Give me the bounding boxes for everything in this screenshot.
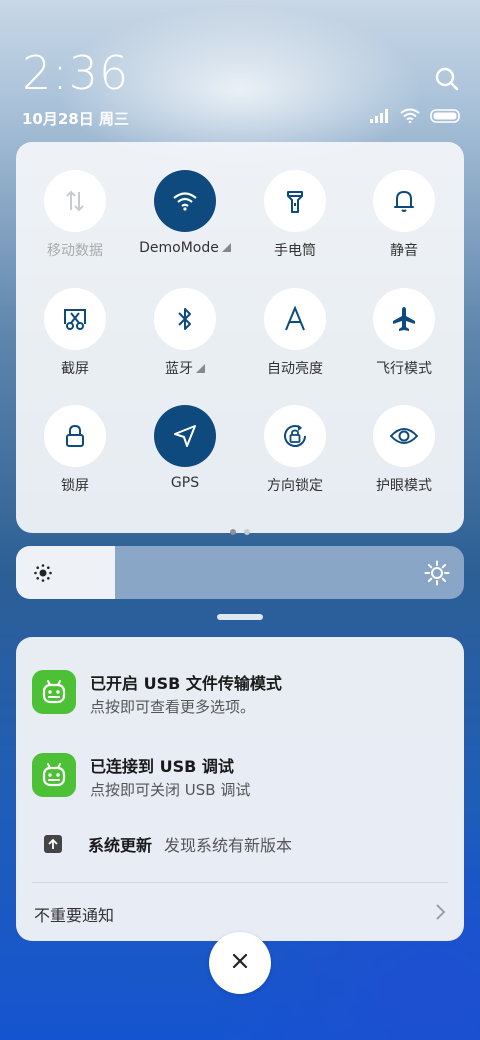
brightness-low-icon — [32, 562, 54, 584]
divider — [32, 882, 448, 883]
tile-airplane[interactable]: 飞行模式 — [349, 288, 459, 378]
tile-silent[interactable]: 静音 — [349, 170, 459, 260]
notification-usb-transfer[interactable]: 已开启 USB 文件传输模式 点按即可查看更多选项。 — [32, 670, 448, 720]
mobile-data-icon — [44, 170, 106, 232]
clear-all-button[interactable] — [209, 932, 271, 994]
page-dot[interactable] — [244, 529, 250, 535]
battery-icon — [430, 108, 462, 127]
notification-title: 已开启 USB 文件传输模式 — [90, 674, 282, 693]
brightness-high-icon — [424, 560, 450, 586]
page-dot-active[interactable] — [230, 529, 236, 535]
tile-wifi[interactable]: DemoMode — [130, 170, 240, 256]
airplane-icon — [373, 288, 435, 350]
bluetooth-icon — [154, 288, 216, 350]
unimportant-notifications-link[interactable]: 不重要通知 — [34, 902, 114, 926]
tile-mobile-data[interactable]: 移动数据 — [20, 170, 130, 260]
tile-label: 方向锁定 — [267, 478, 323, 494]
expand-caret-icon[interactable] — [196, 364, 205, 373]
lock-icon — [44, 405, 106, 467]
brightness-slider[interactable] — [16, 546, 464, 599]
chevron-right-icon[interactable] — [434, 903, 446, 921]
clock: 2:36 — [22, 46, 130, 100]
auto-brightness-icon — [264, 288, 326, 350]
tile-label: 截屏 — [61, 361, 89, 377]
tile-label: 自动亮度 — [267, 361, 323, 377]
tile-eye-care[interactable]: 护眼模式 — [349, 405, 459, 495]
signal-icon — [370, 108, 390, 127]
tile-lock-screen[interactable]: 锁屏 — [20, 405, 130, 495]
drag-handle[interactable] — [217, 614, 263, 620]
notification-panel: 已开启 USB 文件传输模式 点按即可查看更多选项。 已连接到 USB 调试 点… — [16, 637, 464, 941]
status-icons — [370, 108, 462, 126]
notification-body: 点按即可关闭 USB 调试 — [90, 781, 251, 799]
tile-screenshot[interactable]: 截屏 — [20, 288, 130, 378]
page-indicator — [16, 520, 464, 539]
tile-label: 静音 — [390, 243, 418, 259]
tile-label: GPS — [170, 475, 200, 491]
flashlight-icon — [264, 170, 326, 232]
update-text: 发现系统有新版本 — [164, 836, 293, 855]
quick-settings-panel: 移动数据 DemoMode 手电筒 静音 截屏 蓝牙 自动亮度 飞行模式 锁屏 … — [16, 142, 464, 535]
tile-label: 蓝牙 — [165, 361, 193, 377]
tile-label: DemoMode — [139, 240, 219, 256]
wifi-status-icon — [400, 108, 420, 127]
close-icon — [231, 952, 249, 974]
tile-bluetooth[interactable]: 蓝牙 — [130, 288, 240, 378]
wifi-icon — [154, 170, 216, 232]
brightness-fill — [16, 546, 115, 599]
tile-rotation-lock[interactable]: 方向锁定 — [240, 405, 350, 495]
android-icon — [32, 753, 76, 797]
rotation-lock-icon — [264, 405, 326, 467]
notification-body: 点按即可查看更多选项。 — [90, 698, 256, 716]
tile-label: 移动数据 — [47, 243, 103, 259]
tile-label: 飞行模式 — [376, 361, 432, 377]
notification-system-update[interactable]: 系统更新 发现系统有新版本 — [44, 833, 292, 855]
screenshot-icon — [44, 288, 106, 350]
tile-label: 锁屏 — [61, 478, 89, 494]
tile-flashlight[interactable]: 手电筒 — [240, 170, 350, 260]
eye-icon — [373, 405, 435, 467]
update-arrow-icon — [44, 835, 62, 853]
expand-caret-icon[interactable] — [221, 243, 231, 252]
tile-label: 护眼模式 — [376, 478, 432, 494]
tile-label: 手电筒 — [274, 243, 316, 259]
search-icon[interactable] — [434, 66, 460, 92]
notification-title: 已连接到 USB 调试 — [90, 757, 234, 776]
bell-icon — [373, 170, 435, 232]
tile-auto-brightness[interactable]: 自动亮度 — [240, 288, 350, 378]
tile-gps[interactable]: GPS — [130, 405, 240, 491]
date: 10月28日 周三 — [22, 110, 129, 128]
notification-usb-debugging[interactable]: 已连接到 USB 调试 点按即可关闭 USB 调试 — [32, 753, 448, 803]
update-title: 系统更新 — [88, 836, 153, 855]
android-icon — [32, 670, 76, 714]
location-arrow-icon — [154, 405, 216, 467]
